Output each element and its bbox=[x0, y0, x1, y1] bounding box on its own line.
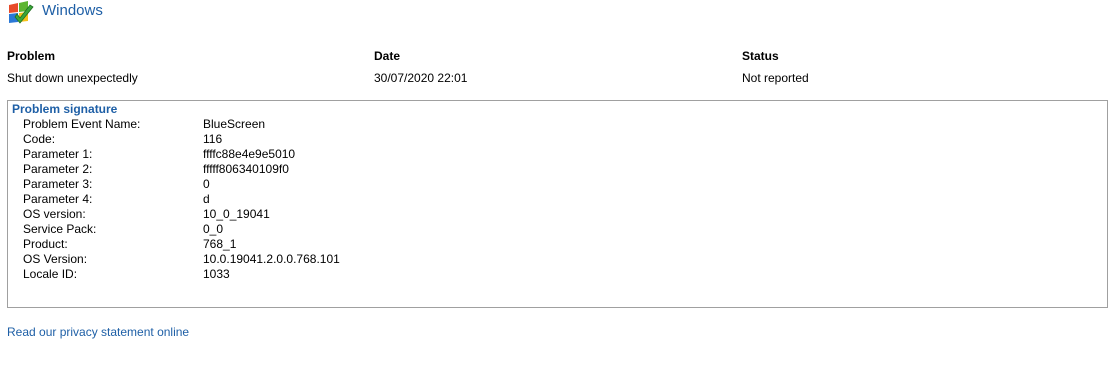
signature-key: Code: bbox=[23, 132, 56, 146]
app-title: Windows bbox=[42, 1, 103, 19]
signature-row: Problem Event Name: BlueScreen bbox=[23, 117, 340, 132]
problem-signature-panel: Problem signature Problem Event Name: Bl… bbox=[7, 100, 1108, 308]
signature-row: Product: 768_1 bbox=[23, 237, 340, 252]
signature-value: 0_0 bbox=[203, 222, 224, 236]
windows-flag-check-icon bbox=[6, 1, 36, 27]
problem-signature-list: Problem Event Name: BlueScreen Code: 116… bbox=[23, 117, 340, 282]
signature-value: 768_1 bbox=[203, 237, 237, 251]
signature-key: Locale ID: bbox=[23, 267, 78, 281]
signature-key: Parameter 2: bbox=[23, 162, 93, 176]
status-column-header: Status bbox=[742, 49, 779, 63]
signature-value: 1033 bbox=[203, 267, 230, 281]
signature-row: Code: 116 bbox=[23, 132, 340, 147]
status-value: Not reported bbox=[742, 71, 809, 85]
signature-value: 0 bbox=[203, 177, 210, 191]
signature-key: Parameter 1: bbox=[23, 147, 93, 161]
signature-row: Parameter 1: ffffc88e4e9e5010 bbox=[23, 147, 340, 162]
signature-row: Parameter 3: 0 bbox=[23, 177, 340, 192]
signature-key: Service Pack: bbox=[23, 222, 97, 236]
signature-value: d bbox=[203, 192, 210, 206]
signature-key: OS version: bbox=[23, 207, 86, 221]
signature-key: OS Version: bbox=[23, 252, 88, 266]
problem-column-header: Problem bbox=[7, 49, 56, 63]
signature-value: ffffc88e4e9e5010 bbox=[203, 147, 296, 161]
signature-key: Parameter 3: bbox=[23, 177, 93, 191]
privacy-statement-link[interactable]: Read our privacy statement online bbox=[7, 325, 189, 339]
signature-row: Locale ID: 1033 bbox=[23, 267, 340, 282]
date-value: 30/07/2020 22:01 bbox=[374, 71, 468, 85]
signature-row: Parameter 2: fffff806340109f0 bbox=[23, 162, 340, 177]
signature-key: Problem Event Name: bbox=[23, 117, 141, 131]
signature-row: OS Version: 10.0.19041.2.0.0.768.101 bbox=[23, 252, 340, 267]
signature-key: Product: bbox=[23, 237, 68, 251]
problem-value: Shut down unexpectedly bbox=[7, 71, 138, 85]
signature-value: 116 bbox=[203, 132, 223, 146]
signature-value: 10_0_19041 bbox=[203, 207, 270, 221]
header: Windows bbox=[6, 0, 103, 28]
signature-value: 10.0.19041.2.0.0.768.101 bbox=[203, 252, 340, 266]
signature-value: fffff806340109f0 bbox=[203, 162, 289, 176]
signature-key: Parameter 4: bbox=[23, 192, 93, 206]
problem-signature-title: Problem signature bbox=[12, 102, 118, 116]
signature-value: BlueScreen bbox=[203, 117, 266, 131]
date-column-header: Date bbox=[374, 49, 401, 63]
signature-row: OS version: 10_0_19041 bbox=[23, 207, 340, 222]
signature-row: Parameter 4: d bbox=[23, 192, 340, 207]
signature-row: Service Pack: 0_0 bbox=[23, 222, 340, 237]
